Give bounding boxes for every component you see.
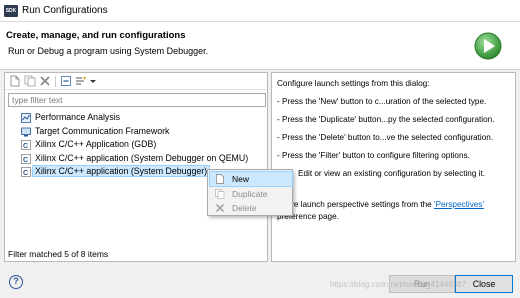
chevron-down-icon[interactable] [89,75,97,87]
tree-item-label: Xilinx C/C++ Application (GDB) [35,139,157,149]
svg-text:C: C [23,170,28,177]
run-icon [474,32,502,60]
menu-item-label: New [232,174,250,184]
c-app-icon: C [21,167,31,177]
help-line-duplicate: - Press the 'Duplicate' button...py the … [277,115,495,124]
dialog-description: Run or Debug a program using System Debu… [8,46,209,56]
toolbar-separator [55,76,56,87]
filter-icon[interactable] [75,75,87,87]
new-config-icon [216,174,224,184]
tree-item-tcf[interactable]: Target Communication Framework [19,125,267,139]
tree-item-label: Target Communication Framework [35,125,170,136]
tree-item-c-app-gdb[interactable]: C Xilinx C/C++ Application (GDB) [19,138,267,152]
performance-icon [21,113,31,123]
help-line-edit: Edit or view an existing configuration b… [298,169,486,178]
tree-item-label: Performance Analysis [35,112,121,122]
dialog-title: Create, manage, and run configurations [6,30,186,41]
menu-item-delete[interactable]: Delete [210,201,292,215]
tcf-icon [21,127,31,136]
duplicate-icon [215,189,225,199]
perspectives-link[interactable]: 'Perspectives' [434,200,484,209]
filter-status: Filter matched 5 of 8 items [8,249,109,259]
title-bar: SDK Run Configurations [0,0,520,22]
menu-item-label: Duplicate [232,189,268,199]
help-intro: Configure launch settings from this dial… [277,79,430,88]
help-perspective-line: gure launch perspective settings from th… [282,200,484,209]
dialog-button-bar: ? Run Close https://blog.csdn.net/weixin… [0,266,520,298]
help-line-new: - Press the 'New' button to c...uration … [277,97,487,106]
tree-item-performance-analysis[interactable]: Performance Analysis [19,111,267,125]
svg-text:C: C [23,157,28,164]
watermark: https://blog.csdn.net/weixin_41445387 [330,280,467,289]
menu-item-label: Delete [232,203,257,213]
delete-icon[interactable] [39,75,51,87]
help-line-filter: - Press the 'Filter' button to configure… [277,151,470,160]
help-button[interactable]: ? [9,275,23,289]
dialog-header: Create, manage, and run configurations R… [0,22,520,70]
delete-icon [215,203,225,213]
configurations-toolbar [5,73,267,90]
tree-item-label: Xilinx C/C++ application (System Debugge… [31,165,211,177]
c-app-icon: C [21,140,31,150]
help-text-panel: Configure launch settings from this dial… [271,72,516,262]
window-title: Run Configurations [22,5,108,16]
menu-item-duplicate[interactable]: Duplicate [210,187,292,201]
configurations-panel: Performance Analysis Target Communicatio… [4,72,268,262]
help-line-delete: - Press the 'Delete' button to...ve the … [277,133,494,142]
collapse-all-icon[interactable] [60,75,72,87]
new-config-icon[interactable] [9,75,21,87]
filter-input[interactable] [8,93,266,107]
duplicate-icon[interactable] [24,75,36,87]
menu-item-new[interactable]: New [209,171,293,187]
sdk-app-icon: SDK [4,5,18,17]
tree-item-label: Xilinx C/C++ application (System Debugge… [35,152,249,163]
svg-text:C: C [23,143,28,150]
tree-item-c-app-qemu[interactable]: C Xilinx C/C++ application (System Debug… [19,152,267,166]
c-app-icon: C [21,153,31,164]
perspective-prefix: gure launch perspective settings from th… [282,200,435,209]
context-menu: New Duplicate Delete [207,169,293,216]
